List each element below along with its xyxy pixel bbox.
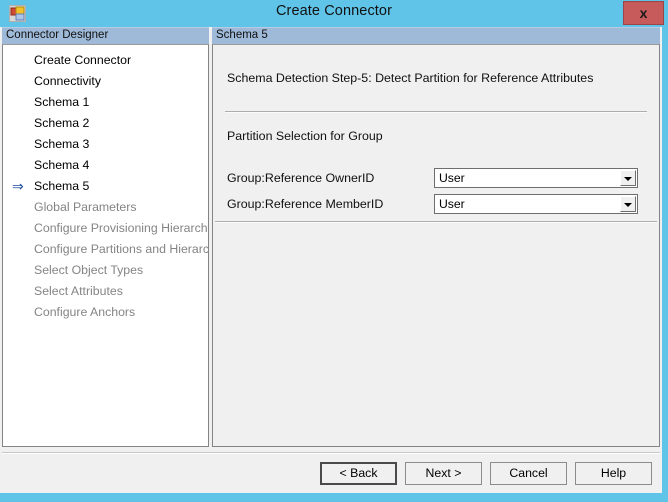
title-bar[interactable]: Create Connector x bbox=[0, 0, 668, 27]
sidebar-item-label: Select Object Types bbox=[34, 263, 144, 277]
sidebar-item-configure-anchors: Configure Anchors bbox=[3, 302, 208, 323]
sidebar-item-label: Connectivity bbox=[34, 74, 101, 88]
help-button[interactable]: Help bbox=[575, 462, 652, 485]
combo-value: User bbox=[439, 197, 465, 211]
sidebar-item-label: Schema 1 bbox=[34, 95, 90, 109]
window-title: Create Connector bbox=[275, 3, 393, 19]
combo-value: User bbox=[439, 171, 465, 185]
sidebar-item-label: Global Parameters bbox=[34, 200, 137, 214]
schema-5-content: Schema Detection Step-5: Detect Partitio… bbox=[212, 44, 660, 447]
combo-group-reference-ownerid[interactable]: User bbox=[434, 168, 638, 188]
label-group-reference-memberid: Group:Reference MemberID bbox=[227, 197, 384, 211]
sidebar-item-create-connector[interactable]: Create Connector bbox=[3, 50, 208, 71]
section-label: Partition Selection for Group bbox=[227, 129, 383, 143]
section-divider bbox=[215, 221, 657, 223]
chevron-down-icon[interactable] bbox=[620, 170, 636, 186]
current-step-arrow-icon: ⇒ bbox=[12, 178, 24, 194]
connector-designer-pane: Connector Designer Create Connector Conn… bbox=[2, 27, 209, 447]
schema-5-pane: Schema 5 Schema Detection Step-5: Detect… bbox=[212, 27, 660, 447]
sidebar-item-schema-4[interactable]: Schema 4 bbox=[3, 155, 208, 176]
sidebar-item-configure-partitions-and-hierarchies: Configure Partitions and Hierarchies bbox=[3, 239, 208, 260]
sidebar-item-label: Select Attributes bbox=[34, 284, 123, 298]
sidebar-item-select-attributes: Select Attributes bbox=[3, 281, 208, 302]
cancel-button[interactable]: Cancel bbox=[490, 462, 567, 485]
left-pane-caption-bar: Connector Designer bbox=[2, 27, 209, 44]
heading-divider bbox=[225, 111, 647, 113]
sidebar-item-global-parameters: Global Parameters bbox=[3, 197, 208, 218]
sidebar-item-label: Configure Partitions and Hierarchies bbox=[34, 242, 209, 256]
right-pane-caption-text: Schema 5 bbox=[216, 29, 268, 41]
sidebar-item-select-object-types: Select Object Types bbox=[3, 260, 208, 281]
left-pane-caption-text: Connector Designer bbox=[6, 29, 109, 41]
sidebar-item-label: Configure Anchors bbox=[34, 305, 136, 319]
create-connector-window: Create Connector x Connector Designer Cr… bbox=[0, 0, 668, 502]
sidebar-item-schema-2[interactable]: Schema 2 bbox=[3, 113, 208, 134]
sidebar-item-label: Schema 2 bbox=[34, 116, 90, 130]
sidebar-item-schema-3[interactable]: Schema 3 bbox=[3, 134, 208, 155]
sidebar-item-label: Schema 4 bbox=[34, 158, 90, 172]
combo-group-reference-memberid[interactable]: User bbox=[434, 194, 638, 214]
sidebar-item-configure-provisioning-hierarchy: Configure Provisioning Hierarchy bbox=[3, 218, 208, 239]
label-group-reference-ownerid: Group:Reference OwnerID bbox=[227, 171, 375, 185]
sidebar-item-schema-5[interactable]: ⇒ Schema 5 bbox=[3, 176, 208, 197]
sidebar-item-label: Create Connector bbox=[34, 53, 132, 67]
sidebar-item-label: Schema 5 bbox=[34, 179, 90, 193]
sidebar-item-label: Configure Provisioning Hierarchy bbox=[34, 221, 209, 235]
right-pane-caption-bar: Schema 5 bbox=[212, 27, 660, 44]
step-heading: Schema Detection Step-5: Detect Partitio… bbox=[227, 71, 594, 85]
sidebar-item-connectivity[interactable]: Connectivity bbox=[3, 71, 208, 92]
back-button[interactable]: < Back bbox=[320, 462, 397, 485]
close-button[interactable]: x bbox=[623, 1, 664, 25]
client-area: Connector Designer Create Connector Conn… bbox=[0, 27, 662, 493]
sidebar-item-schema-1[interactable]: Schema 1 bbox=[3, 92, 208, 113]
wizard-step-list[interactable]: Create Connector Connectivity Schema 1 S… bbox=[2, 44, 209, 447]
sidebar-item-label: Schema 3 bbox=[34, 137, 90, 151]
button-bar: < Back Next > Cancel Help bbox=[0, 454, 662, 493]
next-button[interactable]: Next > bbox=[405, 462, 482, 485]
chevron-down-icon[interactable] bbox=[620, 196, 636, 212]
